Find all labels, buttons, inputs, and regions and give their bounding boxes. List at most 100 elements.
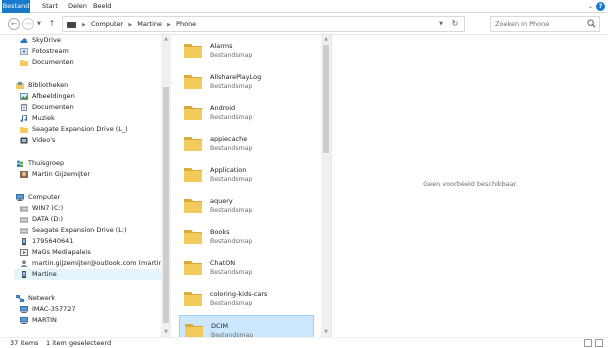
preview-message: Geen voorbeeld beschikbaar. [423,180,518,188]
file-type: Bestandsmap [210,176,253,183]
file-item[interactable]: Books Bestandsmap [179,222,314,253]
drive-icon [20,228,28,234]
phone-icon [22,271,26,278]
chevron-right-icon: ▶ [82,22,86,28]
folder-icon [20,127,28,133]
status-bar: 37 items 1 item geselecteerd [0,337,608,347]
videos-icon [20,137,28,144]
breadcrumb: ▶ Computer ▶ Martine ▶ Phone [79,17,196,31]
expand-ribbon-icon[interactable]: ⌄ [587,3,594,10]
tiles-view-icon[interactable] [595,339,603,347]
view-toggle [584,339,604,347]
computer-icon [67,22,76,28]
file-name: DCIM [211,322,229,330]
file-type: Bestandsmap [210,207,253,214]
refresh-icon[interactable]: ↻ [449,17,461,31]
music-icon [20,115,28,122]
tab-share[interactable]: Delen [64,0,91,13]
file-type: Bestandsmap [210,300,253,307]
file-item[interactable]: AllsharePlayLog Bestandsmap [179,67,314,98]
address-bar[interactable]: ▶ Computer ▶ Martine ▶ Phone ▼ ↻ [62,16,465,32]
file-item[interactable]: Android Bestandsmap [179,98,314,129]
network-icon [16,295,24,302]
folder-icon [184,137,202,151]
file-type: Bestandsmap [210,83,253,90]
breadcrumb-martine[interactable]: Martine [137,20,162,28]
cloud-icon [20,38,28,43]
file-name: appiecache [210,135,248,143]
file-name: AllsharePlayLog [210,73,262,81]
file-item[interactable]: Alarms Bestandsmap [179,36,314,67]
computer-icon [20,306,28,313]
breadcrumb-computer[interactable]: Computer [91,20,123,28]
navigation-pane: SkyDrive Fotostream Documenten Bibliothe… [0,35,171,337]
documents-icon [21,104,27,111]
back-button[interactable]: ← [8,18,20,30]
folder-icon [184,168,202,182]
file-item[interactable]: ChatON Bestandsmap [179,253,314,284]
file-name: coloring-kids-cars [210,290,268,298]
nav-scrollbar-thumb[interactable] [163,87,169,323]
file-item[interactable]: coloring-kids-cars Bestandsmap [179,284,314,315]
folder-icon [184,230,202,244]
scroll-up-icon[interactable]: ▲ [321,35,331,44]
up-folder-button[interactable]: ↑ [47,18,57,30]
file-list: Alarms Bestandsmap AllsharePlayLog Bestands… [172,35,321,337]
phone-icon [22,238,26,245]
folder-icon [184,261,202,275]
address-toolbar: ← → ▼ ↑ ▶ Computer ▶ Martine ▶ Phone ▼ ↻… [0,13,608,35]
folder-icon [185,324,203,337]
details-view-icon[interactable] [584,339,592,347]
file-item[interactable]: appiecache Bestandsmap [179,129,314,160]
search-icon [587,19,596,28]
folder-icon [184,75,202,89]
scroll-up-icon[interactable]: ▲ [161,35,170,44]
tab-view[interactable]: Beeld [89,0,115,13]
address-dropdown-icon[interactable]: ▼ [436,17,446,31]
breadcrumb-phone[interactable]: Phone [176,20,196,28]
media-server-icon [20,249,28,256]
file-type: Bestandsmap [210,145,253,152]
file-name: Application [210,166,247,174]
file-item[interactable]: Application Bestandsmap [179,160,314,191]
search-input[interactable]: Zoeken in Phone [490,16,600,32]
preview-pane: Geen voorbeeld beschikbaar. [331,35,608,337]
file-type: Bestandsmap [210,114,253,121]
file-name: aquery [210,197,233,205]
folder-icon [184,106,202,120]
scroll-down-icon[interactable]: ▼ [161,328,170,337]
homegroup-icon [17,160,23,167]
file-name: Android [210,104,236,112]
computer-icon [20,317,28,324]
user-icon [20,260,28,267]
file-type: Bestandsmap [210,238,253,245]
file-item[interactable]: aquery Bestandsmap [179,191,314,222]
file-list-scrollbar-thumb[interactable] [323,45,329,153]
chevron-right-icon[interactable]: ▶ [128,22,132,28]
search-placeholder: Zoeken in Phone [495,20,550,28]
folder-icon [184,44,202,58]
file-name: ChatON [210,259,236,267]
drive-icon [20,206,28,212]
libraries-icon [16,82,24,89]
recent-locations-icon[interactable]: ▼ [37,20,43,28]
nav-scrollbar[interactable]: ▲ ▼ [161,35,170,337]
file-item[interactable]: DCIM Bestandsmap [179,315,314,337]
help-icon[interactable]: ? [596,2,605,11]
scroll-down-icon[interactable]: ▼ [321,328,331,337]
folder-icon [20,60,28,66]
pictures-icon [20,93,28,100]
nav-item-martine[interactable]: Martine [14,269,161,280]
chevron-right-icon[interactable]: ▶ [167,22,171,28]
computer-icon [16,194,24,201]
file-list-scrollbar[interactable]: ▲ ▼ [321,35,331,337]
file-type: Bestandsmap [210,52,253,59]
user-icon [20,171,28,178]
ribbon-tab-bar: Bestand Start Delen Beeld ⌄ ? [0,0,608,31]
drive-icon [20,217,28,223]
tab-start[interactable]: Start [38,0,62,13]
file-name: Books [210,228,230,236]
file-type: Bestandsmap [210,269,253,276]
photostream-icon [20,48,28,55]
forward-button[interactable]: → [22,18,34,30]
